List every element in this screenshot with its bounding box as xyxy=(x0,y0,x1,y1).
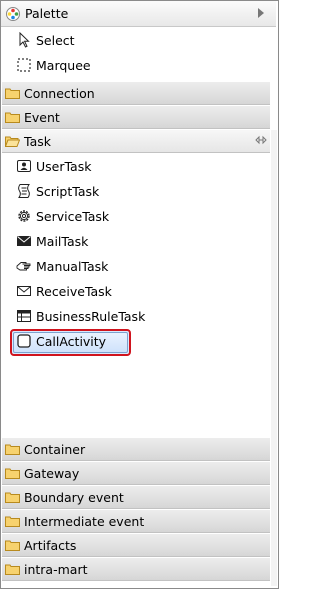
drawer-task-label: Task xyxy=(24,133,51,149)
tool-manualtask-label: ManualTask xyxy=(36,258,109,274)
tool-servicetask-label: ServiceTask xyxy=(36,208,110,224)
tool-marquee[interactable]: Marquee xyxy=(16,54,91,76)
tool-manualtask[interactable]: ManualTask xyxy=(16,255,108,277)
folder-icon xyxy=(5,492,20,503)
tool-mailtask-label: MailTask xyxy=(36,233,89,249)
tool-businessruletask-label: BusinessRuleTask xyxy=(36,308,146,324)
drawer-event[interactable]: Event xyxy=(2,106,270,129)
folder-icon xyxy=(5,540,20,551)
tool-scripttask[interactable]: ScriptTask xyxy=(16,180,99,202)
envelope-icon xyxy=(17,286,31,296)
folder-icon xyxy=(5,112,20,123)
rounded-rect-icon xyxy=(17,334,31,348)
drawer-event-label: Event xyxy=(24,109,60,125)
user-task-icon xyxy=(17,160,31,172)
tool-servicetask[interactable]: ServiceTask xyxy=(16,205,109,227)
drawer-intra-mart-label: intra-mart xyxy=(24,561,88,577)
tool-select[interactable]: Select xyxy=(16,29,75,51)
tool-usertask[interactable]: UserTask xyxy=(16,155,91,177)
drawer-artifacts[interactable]: Artifacts xyxy=(2,534,270,557)
hand-icon xyxy=(16,262,31,271)
drawer-container[interactable]: Container xyxy=(2,438,270,461)
drawer-connection-label: Connection xyxy=(24,85,95,101)
drawer-boundary-event-label: Boundary event xyxy=(24,489,124,505)
pin-drawer-icon[interactable] xyxy=(255,134,267,146)
envelope-dark-icon xyxy=(17,236,31,246)
palette-title: Palette xyxy=(25,6,69,21)
tool-mailtask[interactable]: MailTask xyxy=(16,230,88,252)
palette-header[interactable]: Palette xyxy=(1,1,276,27)
tool-marquee-label: Marquee xyxy=(36,57,91,73)
tool-usertask-label: UserTask xyxy=(36,158,92,174)
tool-receivetask[interactable]: ReceiveTask xyxy=(16,280,112,302)
drawer-intermediate-event-label: Intermediate event xyxy=(24,513,145,529)
tool-callactivity-label: CallActivity xyxy=(36,333,107,349)
marquee-icon xyxy=(17,58,31,72)
folder-open-icon xyxy=(5,136,20,147)
drawer-gateway[interactable]: Gateway xyxy=(2,462,270,485)
tool-receivetask-label: ReceiveTask xyxy=(36,283,112,299)
tool-businessruletask[interactable]: BusinessRuleTask xyxy=(16,305,145,327)
folder-icon xyxy=(5,516,20,527)
tool-callactivity[interactable]: CallActivity xyxy=(16,330,106,352)
drawer-gateway-label: Gateway xyxy=(24,465,80,481)
table-icon xyxy=(17,310,31,322)
drawer-container-label: Container xyxy=(24,441,86,457)
folder-icon xyxy=(5,564,20,575)
palette-scrollbar[interactable] xyxy=(271,130,277,586)
drawer-artifacts-label: Artifacts xyxy=(24,537,77,553)
arrow-pointer-icon xyxy=(19,32,30,48)
collapse-palette-arrow-icon[interactable] xyxy=(258,8,264,18)
drawer-intra-mart[interactable]: intra-mart xyxy=(2,558,270,581)
folder-icon xyxy=(5,444,20,455)
gear-icon xyxy=(18,210,30,222)
drawer-task[interactable]: Task xyxy=(2,130,270,153)
palette-icon xyxy=(6,6,20,21)
script-task-icon xyxy=(18,184,30,198)
drawer-boundary-event[interactable]: Boundary event xyxy=(2,486,270,509)
tool-select-label: Select xyxy=(36,32,75,48)
folder-icon xyxy=(5,468,20,479)
drawer-connection[interactable]: Connection xyxy=(2,82,270,105)
drawer-intermediate-event[interactable]: Intermediate event xyxy=(2,510,270,533)
folder-icon xyxy=(5,88,20,99)
tool-scripttask-label: ScriptTask xyxy=(36,183,100,199)
